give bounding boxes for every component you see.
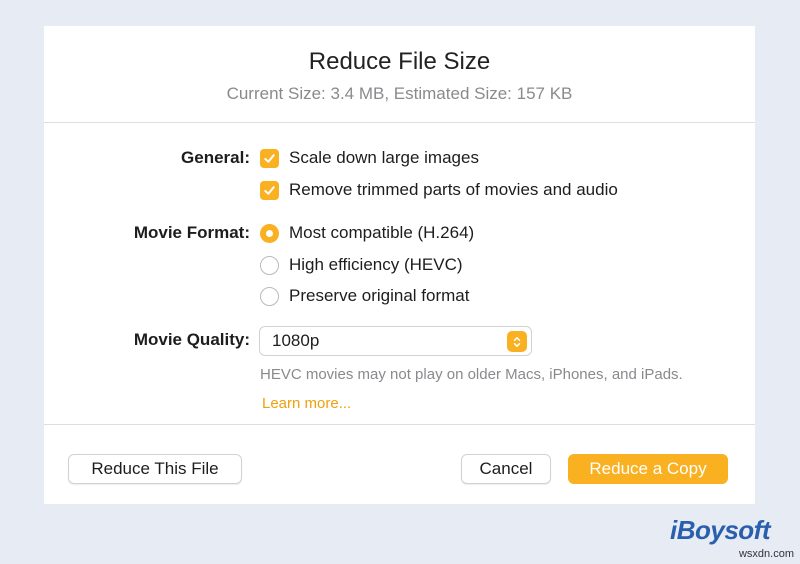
hevc-compatibility-hint: HEVC movies may not play on older Macs, … <box>260 366 683 383</box>
movie-format-label: Movie Format: <box>133 223 250 242</box>
size-summary: Current Size: 3.4 MB, Estimated Size: 15… <box>226 84 573 103</box>
footer-divider <box>44 424 755 425</box>
cancel-button[interactable]: Cancel <box>461 454 551 484</box>
checkbox-checked-icon <box>260 180 279 200</box>
watermark-url: wsxdn.com <box>738 548 794 560</box>
scale-down-images-label: Scale down large images <box>289 148 479 167</box>
format-most-compatible-radio[interactable]: Most compatible (H.264) <box>260 223 474 243</box>
scale-down-images-checkbox[interactable]: Scale down large images <box>260 148 479 168</box>
reduce-file-size-dialog: Reduce File Size Current Size: 3.4 MB, E… <box>44 26 755 504</box>
checkbox-checked-icon <box>260 148 279 168</box>
format-preserve-original-radio[interactable]: Preserve original format <box>260 286 469 306</box>
remove-trimmed-parts-label: Remove trimmed parts of movies and audio <box>289 180 618 199</box>
movie-quality-select[interactable]: 1080p <box>259 326 532 356</box>
radio-unselected-icon <box>260 286 279 306</box>
header-divider <box>44 122 755 123</box>
iboysoft-logo: iBoysoft <box>670 515 771 545</box>
radio-unselected-icon <box>260 255 279 275</box>
general-label: General: <box>181 148 250 167</box>
format-high-efficiency-radio[interactable]: High efficiency (HEVC) <box>260 255 463 275</box>
movie-quality-label: Movie Quality: <box>133 330 250 349</box>
dialog-title: Reduce File Size <box>308 48 491 75</box>
reduce-this-file-button[interactable]: Reduce This File <box>68 454 242 484</box>
learn-more-link[interactable]: Learn more... <box>262 395 351 412</box>
chevron-up-down-icon <box>507 331 527 352</box>
remove-trimmed-parts-checkbox[interactable]: Remove trimmed parts of movies and audio <box>260 180 618 200</box>
format-most-compatible-label: Most compatible (H.264) <box>289 223 475 242</box>
radio-selected-icon <box>260 223 279 243</box>
reduce-a-copy-button[interactable]: Reduce a Copy <box>568 454 728 484</box>
movie-quality-value: 1080p <box>272 331 320 350</box>
format-preserve-original-label: Preserve original format <box>289 286 470 305</box>
format-high-efficiency-label: High efficiency (HEVC) <box>289 255 463 274</box>
